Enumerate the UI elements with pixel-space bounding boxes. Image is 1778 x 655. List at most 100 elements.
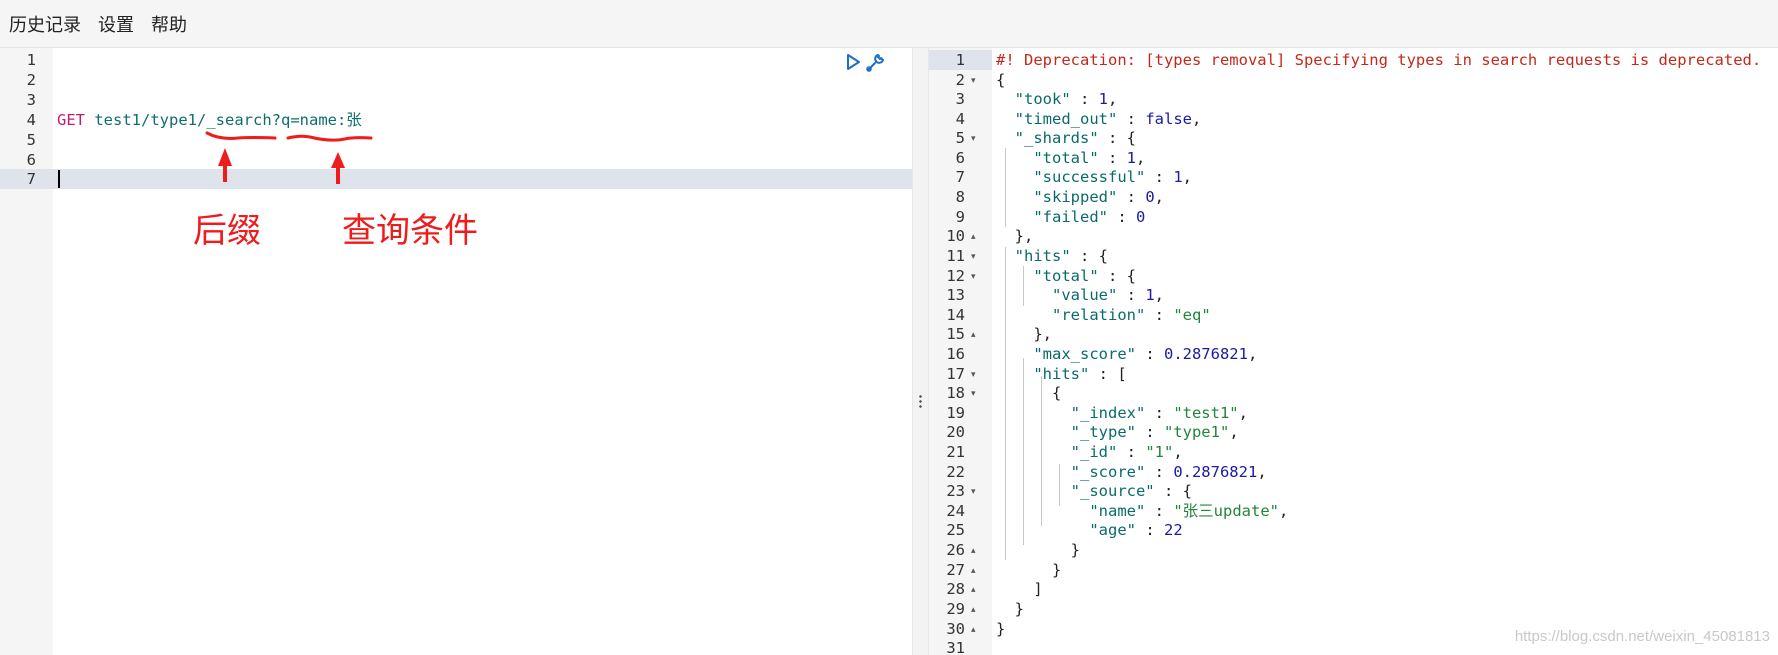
response-line-number: 1 <box>955 51 965 69</box>
shards-successful: 1 <box>1173 168 1183 186</box>
suffix-annotation: 后缀 <box>193 211 261 251</box>
response-line-24: "name" : "张三update", <box>1089 502 1289 520</box>
line-number: 2 <box>26 71 36 89</box>
response-viewer: 1 2 ▾ 3 4 5 ▾ 6 7 8 9 10 ▴ 11 ▾ 12 ▾ 13 14 15 ▴ 16 17 ▾ 18 ▾ 19 20 2… <box>929 48 1778 655</box>
source-name: "张三update" <box>1173 502 1279 520</box>
line-number: 3 <box>26 91 36 109</box>
unfold-arrow-icon[interactable]: ▴ <box>971 579 976 599</box>
response-line-number: 28 <box>946 580 965 598</box>
line-number: 6 <box>26 151 36 169</box>
menu-bar: 历史记录 设置 帮助 <box>0 0 1778 48</box>
drag-handle-icon[interactable] <box>919 394 922 408</box>
response-line-21: "_id" : "1", <box>1070 443 1183 461</box>
response-line-23: "_source" : { <box>1070 482 1192 500</box>
response-line-number: 15 <box>946 325 965 343</box>
response-line-number: 11 <box>946 247 965 265</box>
watermark: https://blog.csdn.net/weixin_45081813 <box>1514 628 1770 645</box>
response-line-18: { <box>996 384 1062 402</box>
shards-skipped: 0 <box>1145 188 1155 206</box>
response-line-9: "failed" : 0 <box>1033 208 1146 226</box>
response-line-6: "total" : 1, <box>1033 149 1146 167</box>
response-line-26: } <box>996 541 1080 559</box>
response-line-number: 5 <box>955 129 965 147</box>
max-score-value: 0.2876821 <box>1163 345 1248 363</box>
response-line-number: 21 <box>946 443 965 461</box>
response-line-number: 8 <box>955 188 965 206</box>
response-line-3: "took" : 1, <box>1014 90 1118 108</box>
response-line-number: 2 <box>955 71 965 89</box>
request-method: GET <box>57 111 85 129</box>
response-line-number: 7 <box>955 168 965 186</box>
shards-total: 1 <box>1126 149 1136 167</box>
unfold-arrow-icon[interactable]: ▴ <box>971 599 976 619</box>
response-line-number: 29 <box>946 600 965 618</box>
response-line-number: 31 <box>946 639 965 655</box>
response-line-number: 23 <box>946 482 965 500</box>
wrench-icon[interactable] <box>864 52 886 74</box>
response-line-11: "hits" : { <box>1014 247 1108 265</box>
doc-type: "type1" <box>1163 423 1230 441</box>
response-line-number: 4 <box>955 110 965 128</box>
response-line-12: "total" : { <box>1033 267 1136 285</box>
took-value: 1 <box>1098 90 1109 108</box>
menu-history[interactable]: 历史记录 <box>9 11 81 37</box>
response-line-13: "value" : 1, <box>1052 286 1165 304</box>
line-number: 1 <box>26 51 36 69</box>
request-editor[interactable]: 1 2 3 4 5 6 7 GET test1/type1/_search?q=… <box>0 48 912 655</box>
play-icon[interactable] <box>845 53 861 71</box>
unfold-arrow-icon[interactable]: ▴ <box>971 560 976 580</box>
response-line-number: 18 <box>946 384 965 402</box>
response-line-25: "age" : 22 <box>1089 521 1183 539</box>
response-line-10: }, <box>996 227 1034 245</box>
fold-arrow-icon[interactable]: ▾ <box>971 383 976 403</box>
timed-out-value: false <box>1145 110 1192 128</box>
source-age: 22 <box>1164 521 1183 539</box>
response-line-15: }, <box>996 325 1052 343</box>
response-line-number: 3 <box>955 90 965 108</box>
doc-id: "1" <box>1145 443 1174 461</box>
line-number: 4 <box>26 111 36 129</box>
fold-arrow-icon[interactable]: ▾ <box>971 246 976 266</box>
text-cursor <box>58 170 60 188</box>
response-line-number: 13 <box>946 286 965 304</box>
response-line-number: 6 <box>955 149 965 167</box>
response-line-number: 25 <box>946 521 965 539</box>
fold-arrow-icon[interactable]: ▾ <box>971 70 976 90</box>
fold-arrow-icon[interactable]: ▾ <box>971 266 976 286</box>
response-line-number: 19 <box>946 404 965 422</box>
response-line-number: 22 <box>946 463 965 481</box>
fold-arrow-icon[interactable]: ▾ <box>971 364 976 384</box>
response-line-number: 16 <box>946 345 965 363</box>
doc-score: 0.2876821 <box>1173 463 1258 481</box>
menu-settings[interactable]: 设置 <box>98 11 134 37</box>
fold-arrow-icon[interactable]: ▾ <box>971 481 976 501</box>
response-line-number: 24 <box>946 502 965 520</box>
menu-help[interactable]: 帮助 <box>151 11 187 37</box>
pane-divider[interactable] <box>912 48 929 655</box>
response-line-16: "max_score" : 0.2876821, <box>1033 345 1258 363</box>
response-line-number: 27 <box>946 561 965 579</box>
response-line-number: 14 <box>946 306 965 324</box>
unfold-arrow-icon[interactable]: ▴ <box>971 226 976 246</box>
unfold-arrow-icon[interactable]: ▴ <box>971 619 976 639</box>
line-number: 5 <box>26 131 36 149</box>
unfold-arrow-icon[interactable]: ▴ <box>971 540 976 560</box>
shards-failed: 0 <box>1135 208 1146 226</box>
fold-arrow-icon[interactable]: ▾ <box>971 128 976 148</box>
deprecation-warning: #! Deprecation: [types removal] Specifyi… <box>996 51 1762 69</box>
active-line-highlight <box>53 169 912 189</box>
response-line-number: 10 <box>946 227 965 245</box>
hits-total-relation: "eq" <box>1173 306 1211 324</box>
line-number: 7 <box>26 170 36 188</box>
response-line-number: 20 <box>946 423 965 441</box>
unfold-arrow-icon[interactable]: ▴ <box>971 324 976 344</box>
response-line-19: "_index" : "test1", <box>1070 404 1248 422</box>
response-line-28: ] <box>996 580 1043 598</box>
response-line-30: } <box>996 620 1006 638</box>
response-line-number: 26 <box>946 541 965 559</box>
response-line-14: "relation" : "eq" <box>1052 306 1211 324</box>
response-line-1: #! Deprecation: [types removal] Specifyi… <box>996 50 1761 70</box>
response-line-5: "_shards" : { <box>1014 129 1136 147</box>
response-line-8: "skipped" : 0, <box>1033 188 1165 206</box>
hits-total-value: 1 <box>1145 286 1155 304</box>
